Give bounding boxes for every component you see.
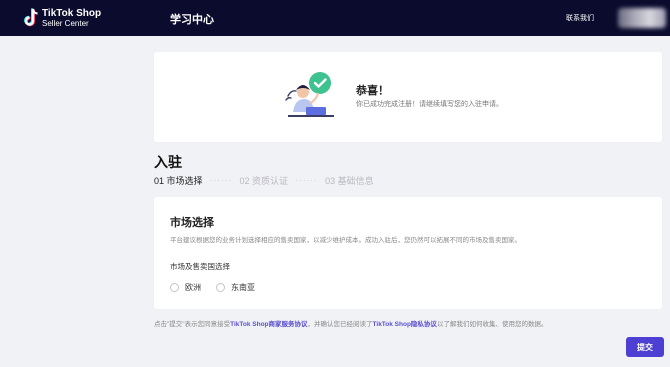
- tiktok-note-icon: [24, 8, 38, 27]
- market-section-title: 市场选择: [170, 217, 214, 229]
- merchant-service-agreement-link[interactable]: TikTok Shop商家服务协议: [230, 321, 307, 328]
- step-separator: ······: [210, 176, 233, 185]
- success-description: 你已成功完成注册！请继续填写您的入驻申请。: [356, 101, 503, 108]
- agreement-notice: 点击"提交"表示您同意接受TikTok Shop商家服务协议，并确认您已经阅读了…: [154, 318, 547, 328]
- agreement-prefix: 点击"提交"表示您同意接受: [154, 321, 231, 328]
- agreement-middle: ，并确认您已经阅读了: [307, 321, 373, 328]
- onboarding-steps: 01 市场选择 ······ 02 资质认证 ······ 03 基础信息: [154, 174, 374, 186]
- nav-learning-center[interactable]: 学习中心: [170, 11, 214, 27]
- privacy-policy-link[interactable]: TikTok Shop隐私协议: [373, 321, 437, 328]
- user-account-menu[interactable]: [618, 8, 666, 28]
- step-qualification: 02 资质认证: [239, 176, 289, 186]
- radio-circle-icon[interactable]: [170, 283, 179, 293]
- step-market-selection: 01 市场选择: [154, 176, 203, 186]
- radio-option-southeast-asia[interactable]: 东南亚: [216, 279, 255, 293]
- agreement-suffix: 以了解我们如何收集、使用您的数据。: [436, 321, 548, 328]
- brand-subtitle: Seller Center: [42, 19, 89, 28]
- contact-us-link[interactable]: 联系我们: [566, 13, 594, 23]
- registration-success-card: 恭喜！ 你已成功完成注册！请继续填写您的入驻申请。: [154, 52, 662, 142]
- radio-circle-icon[interactable]: [216, 283, 225, 293]
- page-title: 入驻: [154, 154, 182, 170]
- market-field-label: 市场及售卖国选择: [170, 262, 230, 271]
- step-separator: ······: [295, 176, 318, 185]
- market-section-description: 平台建议根据您的业务计划选择相应的售卖国家，以减少维护成本。成功入驻后，您仍然可…: [170, 237, 521, 244]
- radio-label: 欧洲: [185, 283, 201, 293]
- brand-name: TikTok Shop: [42, 8, 102, 19]
- success-illustration: [285, 72, 334, 117]
- step-basic-info: 03 基础信息: [325, 176, 374, 186]
- market-selection-card: 市场选择 平台建议根据您的业务计划选择相应的售卖国家，以减少维护成本。成功入驻后…: [154, 197, 662, 309]
- tiktok-shop-logo[interactable]: TikTok Shop Seller Center: [24, 7, 114, 31]
- radio-label: 东南亚: [231, 283, 255, 293]
- success-title: 恭喜！: [356, 85, 389, 97]
- top-navigation-bar: TikTok Shop Seller Center 学习中心 联系我们: [0, 0, 670, 36]
- submit-button[interactable]: 提交: [626, 337, 664, 357]
- radio-option-europe[interactable]: 欧洲: [170, 279, 201, 293]
